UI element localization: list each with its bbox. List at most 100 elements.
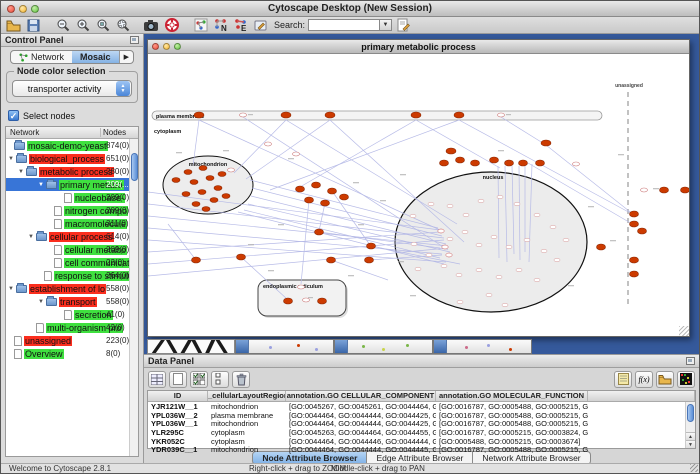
tree-column-nodes[interactable]: Nodes xyxy=(100,128,138,137)
cell-region: mitochondrion xyxy=(208,419,286,428)
delete-attribute-icon[interactable] xyxy=(232,371,250,388)
frame-resize-grip[interactable] xyxy=(679,326,689,336)
expand-arrow-icon[interactable]: ▼ xyxy=(6,156,16,162)
table-row[interactable]: YPL036W__1mitochondrion[GO:0044464, GO:0… xyxy=(148,419,695,428)
column-header[interactable]: _cellularLayoutRegion xyxy=(208,391,286,401)
float-data-panel-icon[interactable] xyxy=(686,357,695,365)
expand-arrow-icon[interactable]: ▼ xyxy=(36,182,46,188)
cytoplasm-label: cytoplasm xyxy=(154,129,181,135)
annotation-icon[interactable] xyxy=(252,18,269,33)
select-nodes-icon[interactable]: N xyxy=(212,18,229,33)
select-nodes-checkbox[interactable]: ✓ xyxy=(8,110,19,121)
expand-arrow-icon[interactable]: ▼ xyxy=(36,299,46,305)
zoom-out-icon[interactable] xyxy=(54,18,71,33)
cell-function: [GO:0016787, GO:0005488, GO:0005215, G..… xyxy=(436,411,588,420)
table-row[interactable]: YDR039C__1mitochondrion[GO:0044464, GO:0… xyxy=(148,445,695,454)
tree-row[interactable]: secretion41(0) xyxy=(6,308,138,321)
tree-row[interactable]: ▼primary metabo209(... xyxy=(6,178,138,191)
tree-row[interactable]: nitrogen compo209(0) xyxy=(6,204,138,217)
cell-region: mitochondrion xyxy=(208,445,286,454)
minimized-window-2[interactable] xyxy=(235,339,334,354)
tree-row[interactable]: Overview8(0) xyxy=(6,347,138,360)
network-view-titlebar[interactable]: primary metabolic process xyxy=(148,40,689,54)
node-color-select[interactable]: transporter activity ▲▼ xyxy=(12,80,132,97)
tree-row[interactable]: macromolecule311(0) xyxy=(6,217,138,230)
tree-row[interactable]: ▼cellular process614(0) xyxy=(6,230,138,243)
tree-column-network[interactable]: Network xyxy=(6,128,100,137)
tree-row[interactable]: ▼establishment of lo558(0) xyxy=(6,282,138,295)
tab-network[interactable]: Network xyxy=(11,51,72,63)
expand-arrow-icon[interactable]: ▼ xyxy=(6,286,16,292)
network-canvas[interactable]: plasma membrane cytoplasm mitochondrion … xyxy=(148,54,689,336)
table-row[interactable]: YKR052Ccytoplasm[GO:0044464, GO:0044446,… xyxy=(148,437,695,446)
open-icon[interactable] xyxy=(5,18,22,33)
formula-icon[interactable]: f(x) xyxy=(635,371,653,388)
help-icon[interactable] xyxy=(163,18,180,33)
window-resize-grip[interactable] xyxy=(690,464,698,472)
window-title: Cytoscape Desktop (New Session) xyxy=(1,3,699,14)
scroll-up-arrow[interactable]: ▲ xyxy=(686,432,695,440)
new-attribute-icon[interactable] xyxy=(169,371,187,388)
table-row[interactable]: YJR121W__1mitochondrion[GO:0045267, GO:0… xyxy=(148,402,695,411)
scroll-down-arrow[interactable]: ▼ xyxy=(686,440,695,448)
table-scrollbar[interactable]: ▲ ▼ xyxy=(685,402,695,448)
select-attributes-icon[interactable] xyxy=(190,371,208,388)
tab-overflow-arrow[interactable]: ▶ xyxy=(119,51,133,63)
column-header[interactable]: annotation.GO MOLECULAR_FUNCTION xyxy=(436,391,588,401)
attribute-table-icon[interactable] xyxy=(148,371,166,388)
doc-icon xyxy=(36,323,44,333)
select-edges-icon[interactable]: E xyxy=(232,18,249,33)
save-icon[interactable] xyxy=(25,18,42,33)
tree-row[interactable]: cellular metabo209(0) xyxy=(6,243,138,256)
expand-arrow-icon[interactable]: ▼ xyxy=(26,234,36,240)
table-row[interactable]: YLR295Ccytoplasm[GO:0045263, GO:0044464,… xyxy=(148,428,695,437)
cell-region: mitochondrion xyxy=(208,402,286,411)
folder-icon xyxy=(26,168,37,176)
minimized-window-4[interactable] xyxy=(433,339,532,354)
expand-arrow-icon[interactable]: ▼ xyxy=(16,169,26,175)
tree-row[interactable]: response to stimulu264(0) xyxy=(6,269,138,282)
network-view-window[interactable]: primary metabolic process xyxy=(147,39,690,337)
tree-row[interactable]: unassigned223(0) xyxy=(6,334,138,347)
tree-row[interactable]: ▼transport558(0) xyxy=(6,295,138,308)
unselect-attributes-icon[interactable] xyxy=(211,371,229,388)
zoom-in-icon[interactable] xyxy=(74,18,91,33)
notes-icon[interactable] xyxy=(614,371,632,388)
tree-row[interactable]: multi-organism pro42(0) xyxy=(6,321,138,334)
tree-row[interactable]: mosaic-demo-yeast874(0) xyxy=(6,139,138,152)
column-header[interactable]: annotation.GO CELLULAR_COMPONENT xyxy=(286,391,436,401)
matrix-icon[interactable] xyxy=(677,371,695,388)
tab-mosaic[interactable]: Mosaic xyxy=(72,51,119,63)
zoom-selected-icon[interactable] xyxy=(94,18,111,33)
network-overview-icon[interactable] xyxy=(192,18,209,33)
float-panel-icon[interactable] xyxy=(130,36,139,44)
tree-row[interactable]: ▼metabolic process280(0) xyxy=(6,165,138,178)
tree-row-node-count: 42(0) xyxy=(106,323,125,332)
minimized-window-3[interactable] xyxy=(334,339,433,354)
search-label: Search: xyxy=(274,20,305,30)
tree-row-node-count: 280(0) xyxy=(106,167,129,176)
zoom-fit-icon[interactable] xyxy=(114,18,131,33)
search-input[interactable] xyxy=(308,19,380,31)
tree-row[interactable]: ▼biological_process651(0) xyxy=(6,152,138,165)
column-header[interactable]: ID xyxy=(148,391,208,401)
tree-scrollbar[interactable] xyxy=(129,139,138,456)
import-attributes-icon[interactable] xyxy=(656,371,674,388)
search-dropdown-arrow[interactable]: ▼ xyxy=(380,19,392,31)
tree-row[interactable]: cell communicat22(0) xyxy=(6,256,138,269)
tree-scrollbar-thumb[interactable] xyxy=(131,153,138,181)
network-view-title: primary metabolic process xyxy=(148,42,689,52)
tree-row-label: biological_process xyxy=(29,154,105,164)
edit-search-icon[interactable] xyxy=(395,18,412,33)
combo-stepper-icon: ▲▼ xyxy=(116,81,130,96)
table-row[interactable]: YPL036W__2plasma membrane[GO:0044464, GO… xyxy=(148,411,695,420)
cell-function: [GO:0016787, GO:0005488, GO:0005215, G..… xyxy=(436,419,588,428)
folder-icon xyxy=(16,285,27,293)
cell-region: cytoplasm xyxy=(208,437,286,446)
doc-icon xyxy=(14,336,22,346)
snapshot-icon[interactable] xyxy=(143,18,160,33)
minimized-window-1[interactable] xyxy=(147,339,235,354)
data-panel: Data Panel f(x) ID_cellularLayoutR xyxy=(144,354,699,451)
table-scrollbar-thumb[interactable] xyxy=(687,404,694,422)
tree-row[interactable]: nucleobase-209(0) xyxy=(6,191,138,204)
